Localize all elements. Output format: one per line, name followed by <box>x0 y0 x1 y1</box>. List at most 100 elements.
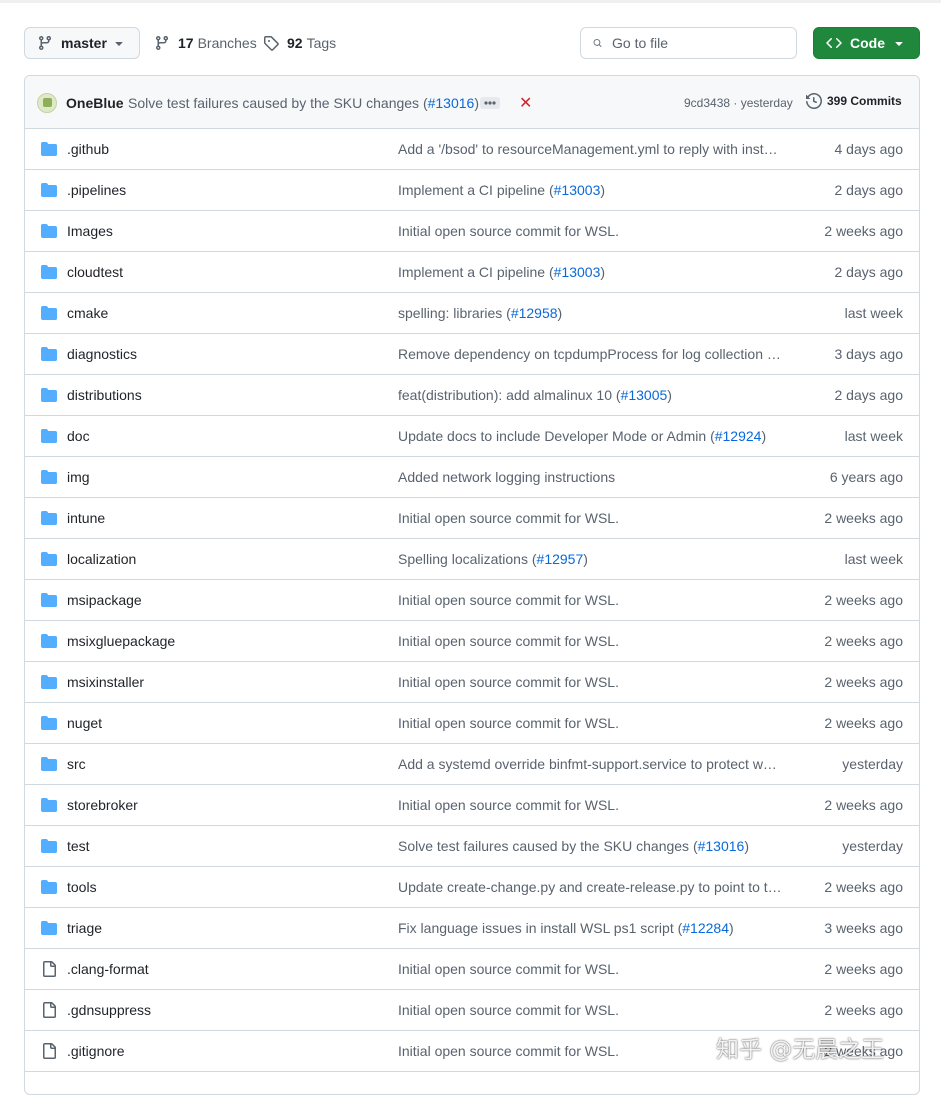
code-button[interactable]: Code <box>813 27 920 59</box>
commit-message-link[interactable]: Initial open source commit for WSL. <box>398 797 783 813</box>
pr-link[interactable]: #12957 <box>537 551 584 567</box>
pr-link[interactable]: #13003 <box>554 264 601 280</box>
table-row[interactable]: tools Update create-change.py and create-… <box>25 867 919 908</box>
commit-sha-time[interactable]: 9cd3438 · yesterday <box>684 96 793 110</box>
file-name-link[interactable]: msipackage <box>67 592 142 608</box>
commit-message-link[interactable]: Spelling localizations (#12957) <box>398 551 783 567</box>
pr-link[interactable]: #13003 <box>554 182 601 198</box>
table-row[interactable]: cmake spelling: libraries (#12958) last we… <box>25 293 919 334</box>
table-row[interactable]: .gdnsuppress Initial open source commit f… <box>25 990 919 1031</box>
file-name-link[interactable]: .gitignore <box>67 1043 125 1059</box>
commit-message-link[interactable]: Add a '/bsod' to resourceManagement.yml … <box>398 141 783 157</box>
file-name-link[interactable]: intune <box>67 510 105 526</box>
file-name-link[interactable]: tools <box>67 879 97 895</box>
file-name-link[interactable]: img <box>67 469 90 485</box>
commit-message-link[interactable]: Update create-change.py and create-relea… <box>398 879 783 895</box>
go-to-file-search[interactable] <box>580 27 797 59</box>
ellipsis-icon[interactable] <box>480 96 500 110</box>
commit-message-link[interactable]: Initial open source commit for WSL. <box>398 223 783 239</box>
commit-message-link[interactable]: Update docs to include Developer Mode or… <box>398 428 783 444</box>
tags-link[interactable]: 92 Tags <box>263 27 336 59</box>
pr-link[interactable]: #12958 <box>511 305 558 321</box>
file-name-link[interactable]: storebroker <box>67 797 138 813</box>
file-name-link[interactable]: .pipelines <box>67 182 126 198</box>
file-name-link[interactable]: msixinstaller <box>67 674 144 690</box>
file-name-link[interactable]: .clang-format <box>67 961 149 977</box>
commit-message-link[interactable]: spelling: libraries (#12958) <box>398 305 783 321</box>
commit-message-end: ) <box>744 838 749 854</box>
pr-link[interactable]: #13016 <box>698 838 745 854</box>
table-row[interactable]: .github Add a '/bsod' to resourceManageme… <box>25 129 919 170</box>
table-row[interactable]: .pipelines Implement a CI pipeline (#1300… <box>25 170 919 211</box>
code-button-label: Code <box>850 35 885 51</box>
table-row[interactable]: distributions feat(distribution): add alm… <box>25 375 919 416</box>
commit-message-link[interactable]: Added network logging instructions <box>398 469 783 485</box>
table-row[interactable]: .clang-format Initial open source commit … <box>25 949 919 990</box>
file-name-link[interactable]: src <box>67 756 86 772</box>
table-row[interactable]: cloudtest Implement a CI pipeline (#13003… <box>25 252 919 293</box>
file-name-link[interactable]: msixgluepackage <box>67 633 175 649</box>
commit-message-link[interactable]: Add a systemd override binfmt-support.se… <box>398 756 783 772</box>
file-name-link[interactable]: test <box>67 838 90 854</box>
file-name-link[interactable]: .gdnsuppress <box>67 1002 151 1018</box>
table-row[interactable]: .gitignore Initial open source commit for… <box>25 1031 919 1072</box>
file-name-link[interactable]: nuget <box>67 715 102 731</box>
commits-label: Commits <box>850 94 902 108</box>
author-avatar[interactable] <box>37 93 57 113</box>
pr-link[interactable]: #13005 <box>621 387 668 403</box>
table-row[interactable]: triage Fix language issues in install WSL… <box>25 908 919 949</box>
pr-link[interactable]: #12924 <box>715 428 762 444</box>
commit-message-link[interactable]: Initial open source commit for WSL. <box>398 1002 783 1018</box>
latest-commit-message[interactable]: Solve test failures caused by the SKU ch… <box>128 95 479 111</box>
table-row[interactable]: Images Initial open source commit for WSL… <box>25 211 919 252</box>
table-row[interactable]: localization Spelling localizations (#129… <box>25 539 919 580</box>
table-row[interactable]: img Added network logging instructions 6 y… <box>25 457 919 498</box>
commit-message-link[interactable]: Initial open source commit for WSL. <box>398 592 783 608</box>
file-name-link[interactable]: cloudtest <box>67 264 123 280</box>
table-row[interactable]: nuget Initial open source commit for WSL.… <box>25 703 919 744</box>
commit-message-link[interactable]: Implement a CI pipeline (#13003) <box>398 264 783 280</box>
file-name-link[interactable]: doc <box>67 428 90 444</box>
go-to-file-input[interactable] <box>610 34 784 52</box>
commit-author[interactable]: OneBlue <box>66 95 124 111</box>
commit-message-link[interactable]: Initial open source commit for WSL. <box>398 961 783 977</box>
table-row[interactable]: storebroker Initial open source commit fo… <box>25 785 919 826</box>
commit-message-link[interactable]: Initial open source commit for WSL. <box>398 633 783 649</box>
table-row[interactable]: doc Update docs to include Developer Mode… <box>25 416 919 457</box>
commit-message-link[interactable]: Implement a CI pipeline (#13003) <box>398 182 783 198</box>
branches-link[interactable]: 17 Branches <box>154 27 257 59</box>
commit-message-link[interactable]: Remove dependency on tcpdumpProcess for … <box>398 346 783 362</box>
branch-selector-button[interactable]: master <box>24 27 140 59</box>
file-name-link[interactable]: cmake <box>67 305 108 321</box>
file-name-link[interactable]: distributions <box>67 387 142 403</box>
commit-message-end: ) <box>728 920 734 936</box>
check-failed-icon[interactable]: ✕ <box>519 93 532 113</box>
table-row[interactable]: intune Initial open source commit for WSL… <box>25 498 919 539</box>
file-name-link[interactable]: triage <box>67 920 102 936</box>
table-row[interactable]: msixgluepackage Initial open source commi… <box>25 621 919 662</box>
commit-message-text: feat(distribution): add almalinux 10 ( <box>398 387 621 403</box>
file-name-link[interactable]: diagnostics <box>67 346 137 362</box>
pr-link[interactable]: #12284 <box>682 920 729 936</box>
table-row[interactable]: msixinstaller Initial open source commit … <box>25 662 919 703</box>
folder-icon <box>41 633 57 652</box>
commit-message-link[interactable]: Initial open source commit for WSL. <box>398 715 783 731</box>
code-icon <box>826 37 842 49</box>
commit-message-link[interactable]: Solve test failures caused by the SKU ch… <box>398 838 783 854</box>
commit-message-link[interactable]: Initial open source commit for WSL. <box>398 510 783 526</box>
table-row[interactable]: msipackage Initial open source commit for… <box>25 580 919 621</box>
table-row[interactable]: test Solve test failures caused by the SK… <box>25 826 919 867</box>
file-name-link[interactable]: Images <box>67 223 113 239</box>
commit-message-link[interactable]: Fix language issues in install WSL ps1 s… <box>398 920 783 936</box>
commit-message-link[interactable]: feat(distribution): add almalinux 10 (#1… <box>398 387 783 403</box>
commit-message-link[interactable]: Initial open source commit for WSL. <box>398 674 783 690</box>
caret-down-icon <box>895 42 903 46</box>
commit-message-link[interactable]: Initial open source commit for WSL. <box>398 1043 783 1059</box>
file-name-link[interactable]: localization <box>67 551 136 567</box>
file-name-link[interactable]: .github <box>67 141 109 157</box>
commits-history-link[interactable]: 399 Commits <box>806 93 902 109</box>
table-row[interactable]: diagnostics Remove dependency on tcpdumpP… <box>25 334 919 375</box>
table-row[interactable]: src Add a systemd override binfmt-support… <box>25 744 919 785</box>
latest-commit-pr-link[interactable]: #13016 <box>428 95 475 111</box>
folder-icon <box>41 182 57 201</box>
